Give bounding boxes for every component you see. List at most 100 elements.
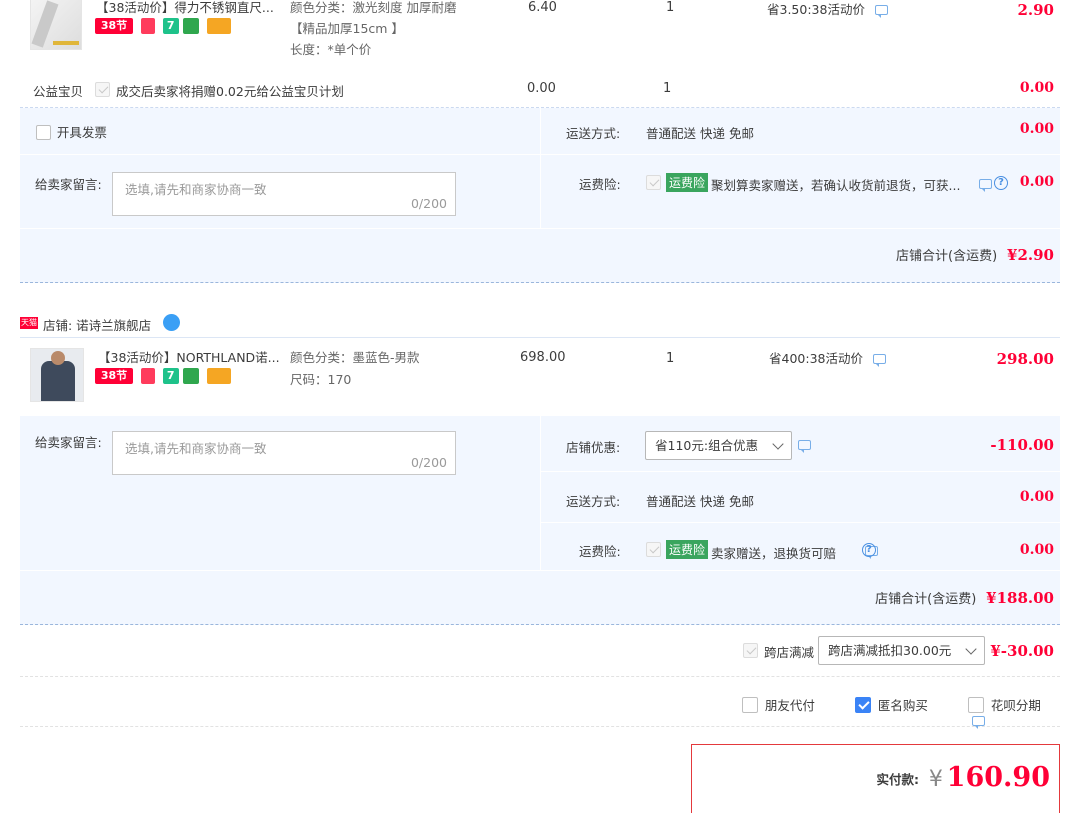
festival-38-badge: 38节 [95, 18, 133, 34]
cross-store-value: 跨店满减抵扣30.00元 [828, 643, 952, 658]
shop1-insurance-checkbox[interactable] [646, 175, 661, 190]
chat-icon[interactable] [979, 179, 992, 192]
item2-discount-text: 省400:38活动价 [769, 351, 863, 366]
charity-row: 公益宝贝 成交后卖家将捐赠0.02元给公益宝贝计划 0.00 1 0.00 [20, 72, 1060, 108]
charity-label: 公益宝贝 [33, 84, 84, 99]
item2-unit-price: 698.00 [520, 350, 566, 365]
shop2-message-input[interactable]: 选填,请先和商家协商一致 0/200 [112, 431, 456, 475]
charity-subtotal: 0.00 [1019, 80, 1054, 96]
model-head [51, 351, 65, 365]
friend-pay-checkbox[interactable] [742, 697, 758, 713]
chat-icon[interactable] [972, 716, 985, 729]
invoice-checkbox[interactable] [36, 125, 51, 140]
chevron-down-icon [965, 643, 977, 655]
cross-store-label: 跨店满减 [764, 645, 815, 660]
shop2-insurance-checkbox[interactable] [646, 542, 661, 557]
shop1-shipping-label: 运送方式: [566, 126, 621, 141]
cross-store-checkbox[interactable] [743, 643, 758, 658]
shop1-insurance-fee: 0.00 [1019, 174, 1054, 190]
shop2-coupon-select[interactable]: 省110元:组合优惠 [645, 431, 792, 460]
item2-subtotal: 298.00 [996, 350, 1054, 368]
shop1-message-count: 0/200 [410, 196, 447, 211]
shop2-header: 天猫 店铺: 诺诗兰旗舰店 [20, 310, 1060, 338]
huabei-option[interactable]: 花呗分期 [968, 695, 1060, 729]
chat-icon[interactable] [872, 354, 886, 367]
ruler-stars [53, 41, 79, 45]
item1-badges: 38节 7 [95, 18, 232, 35]
chevron-down-icon [772, 438, 784, 450]
leaf-icon [183, 368, 200, 384]
shop1-message-placeholder: 选填,请先和商家协商一致 [125, 182, 267, 197]
jacket-image [41, 361, 75, 401]
shop2-store-name[interactable]: 店铺: 诺诗兰旗舰店 [43, 315, 151, 334]
item2-title[interactable]: 【38活动价】NORTHLAND诺... [98, 350, 282, 366]
seven-day-return-icon: 7 [162, 18, 179, 34]
shop2-coupon-value: 省110元:组合优惠 [655, 438, 759, 453]
card-icon [207, 18, 232, 34]
charity-qty: 1 [663, 81, 672, 96]
payment-label: 实付款: [876, 772, 920, 787]
festival-38-badge: 38节 [95, 368, 133, 384]
shop1-message-input[interactable]: 选填,请先和商家协商一致 0/200 [112, 172, 456, 216]
shop2-shipping-label: 运送方式: [566, 494, 621, 509]
shop2-shipping-fee: 0.00 [1019, 489, 1054, 505]
item2-attr-2: 尺码：170 [290, 372, 352, 387]
card-icon [207, 368, 232, 384]
charity-checkbox[interactable] [95, 82, 110, 97]
item2-badges: 38节 7 [95, 368, 232, 385]
item1-title[interactable]: 【38活动价】得力不锈钢直尺... [96, 0, 280, 16]
shop1-message-label: 给卖家留言: [35, 177, 102, 192]
help-icon[interactable]: ? [862, 543, 876, 557]
cross-store-row: 跨店满减 跨店满减抵扣30.00元 ¥-30.00 [20, 625, 1060, 677]
anonymous-option[interactable]: 匿名购买 [855, 695, 928, 714]
friend-pay-option[interactable]: 朋友代付 [742, 695, 815, 714]
tmall-icon: 天猫 [20, 317, 38, 329]
shop1-total-value: ¥2.90 [1007, 246, 1054, 264]
options-row: 朋友代付 匿名购买 花呗分期 [20, 677, 1060, 729]
shop2-shipping-value: 普通配送 快递 免邮 [646, 494, 754, 509]
invoice-label: 开具发票 [56, 125, 107, 140]
shop2-coupon-label: 店铺优惠: [566, 440, 621, 455]
payment-summary: 实付款: ¥ 160.90 [877, 762, 1051, 793]
wangwang-chat-icon[interactable] [163, 314, 180, 331]
shop1-insurance-tag: 运费险 [666, 173, 709, 192]
shop2-message-label: 给卖家留言: [35, 435, 102, 450]
item1-discount-text: 省3.50:38活动价 [767, 2, 865, 17]
shop2-insurance-tag: 运费险 [666, 540, 709, 559]
item2-thumbnail[interactable] [30, 348, 84, 402]
shop2-extras-panel: 给卖家留言: 选填,请先和商家协商一致 0/200 店铺优惠: 省110元:组合… [20, 416, 1060, 625]
shop2-insurance-desc: 卖家赠送，退换货可赔 [711, 546, 837, 561]
shop1-shipping-fee: 0.00 [1019, 121, 1054, 137]
shop1-shipping-value: 普通配送 快递 免邮 [646, 126, 754, 141]
payment-box: 实付款: ¥ 160.90 [691, 744, 1060, 813]
shop2-total-label: 店铺合计(含运费) [875, 592, 977, 607]
item1-unit-price: 6.40 [528, 0, 557, 15]
invoice-option[interactable]: 开具发票 [36, 122, 107, 141]
item1-attr-3: 长度：*单个价 [290, 42, 372, 57]
chat-icon[interactable] [874, 5, 888, 18]
help-icon[interactable]: ? [994, 176, 1008, 190]
shop2-message-placeholder: 选填,请先和商家协商一致 [125, 441, 267, 456]
item1-discount: 省3.50:38活动价 [767, 2, 888, 18]
cross-store-select[interactable]: 跨店满减抵扣30.00元 [818, 636, 985, 665]
item2-attr-1: 颜色分类：墨蓝色-男款 [290, 350, 420, 365]
chat-icon[interactable] [798, 440, 811, 453]
leaf-icon [183, 18, 200, 34]
shop2-coupon-amount: -110.00 [990, 436, 1054, 454]
charity-price: 0.00 [527, 81, 556, 96]
item1-qty: 1 [666, 0, 675, 15]
anonymous-label: 匿名购买 [877, 698, 928, 713]
item1-row: 【38活动价】得力不锈钢直尺... 38节 7 颜色分类：激光刻度 加厚耐磨 【… [20, 0, 1060, 72]
shield-icon [140, 18, 155, 34]
item1-subtotal: 2.90 [1017, 1, 1054, 19]
payment-amount: 160.90 [946, 762, 1050, 793]
item1-thumbnail[interactable] [30, 0, 82, 50]
huabei-checkbox[interactable] [968, 697, 984, 713]
seven-day-return-icon: 7 [162, 368, 179, 384]
shield-icon [140, 368, 155, 384]
item2-row: 【38活动价】NORTHLAND诺... 38节 7 颜色分类：墨蓝色-男款 尺… [20, 338, 1060, 416]
shop2-insurance-fee: 0.00 [1019, 542, 1054, 558]
shop1-total: 店铺合计(含运费) ¥2.90 [896, 245, 1054, 264]
anonymous-checkbox[interactable] [855, 697, 871, 713]
shop2-insurance-label: 运费险: [579, 544, 621, 559]
